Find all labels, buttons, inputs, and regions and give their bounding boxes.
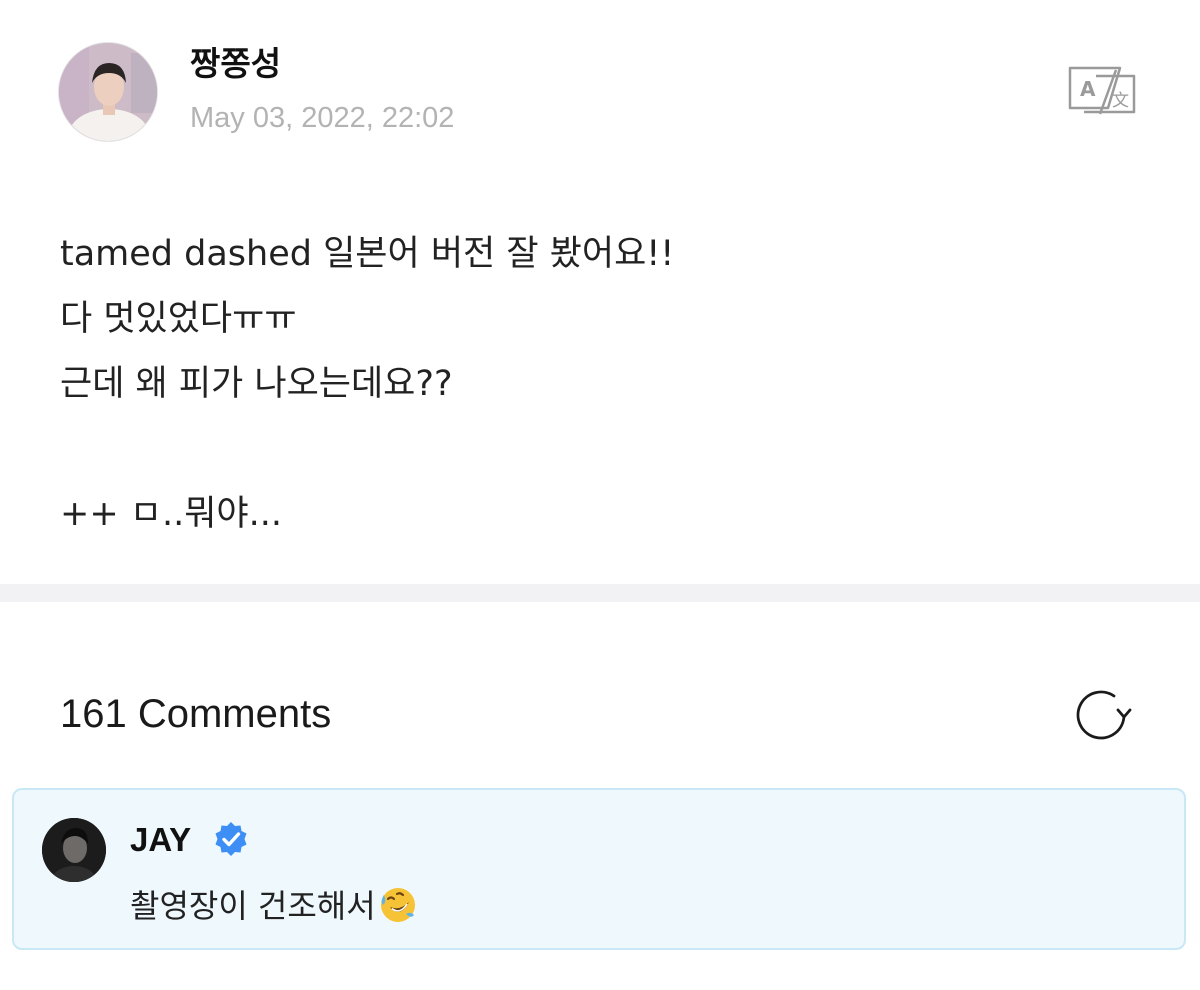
svg-text:A: A <box>1080 77 1096 101</box>
post-line-blank <box>60 417 1140 482</box>
verified-badge-icon <box>212 820 250 858</box>
comment-text: 촬영장이 건조해서 <box>130 884 418 928</box>
comment-text-content: 촬영장이 건조해서 <box>130 887 376 925</box>
rolling-on-the-floor-laughing-emoji-icon <box>378 885 418 925</box>
post-line: tamed dashed 일본어 버전 잘 봤어요!! <box>60 234 675 274</box>
author-avatar[interactable] <box>58 42 158 142</box>
post-page: 짱쫑성 May 03, 2022, 22:02 A 文 tamed dashed… <box>0 0 1200 990</box>
post-date: May 03, 2022, 22:02 <box>190 102 455 134</box>
refresh-button[interactable] <box>1072 686 1134 742</box>
commenter-name[interactable]: JAY <box>130 818 191 862</box>
author-name[interactable]: 짱쫑성 <box>190 42 281 86</box>
translate-icon: A 文 <box>1068 66 1136 115</box>
section-divider <box>0 584 1200 602</box>
comments-count: 161 Comments <box>60 692 332 736</box>
comment-card[interactable]: JAY 촬영장이 건조해서 <box>12 788 1186 950</box>
post-line: ++ ㅁ..뭐야... <box>60 494 283 534</box>
commenter-avatar-image <box>42 818 106 882</box>
author-avatar-image <box>59 43 157 141</box>
post-line: 다 멋있었다ㅠㅠ <box>60 299 297 339</box>
commenter-avatar[interactable] <box>42 818 106 882</box>
post-line: 근데 왜 피가 나오는데요?? <box>60 364 453 404</box>
translate-button[interactable]: A 文 <box>1062 62 1142 118</box>
refresh-icon <box>1076 690 1132 740</box>
post-body: tamed dashed 일본어 버전 잘 봤어요!! 다 멋있었다ㅠㅠ 근데 … <box>60 222 1140 547</box>
post-header: 짱쫑성 May 03, 2022, 22:02 A 文 <box>0 0 1200 170</box>
svg-text:文: 文 <box>1112 91 1129 111</box>
